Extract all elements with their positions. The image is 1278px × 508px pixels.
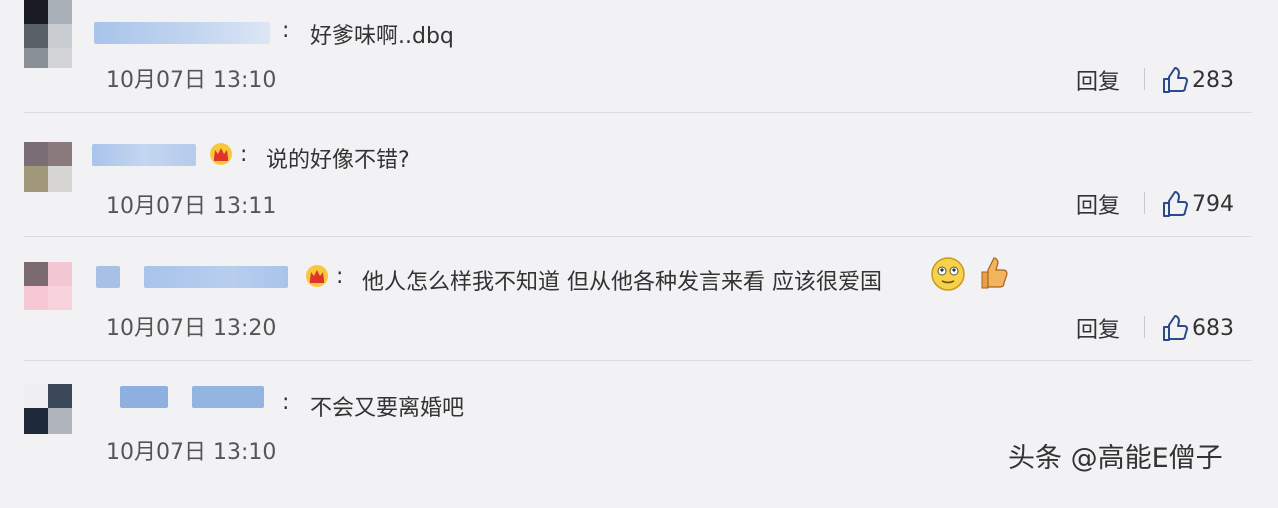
like-button[interactable]: 794: [1162, 190, 1234, 218]
watermark: 头条 @高能E僧子: [1008, 443, 1223, 474]
thumbs-up-emoji: [981, 257, 1008, 289]
comment-time: 10月07日 13:11: [106, 194, 277, 219]
avatar[interactable]: [24, 262, 72, 310]
comment-time: 10月07日 13:10: [106, 68, 277, 93]
thumbs-up-icon: [1163, 315, 1188, 341]
username-blurred[interactable]: [192, 386, 264, 408]
comment-text: 他人怎么样我不知道 但从他各种发言来看 应该很爱国: [362, 270, 882, 295]
avatar[interactable]: [24, 142, 72, 192]
comment-time: 10月07日 13:10: [106, 440, 277, 465]
comment-item-3: : 他人怎么样我不知道 但从他各种发言来看 应该很爱国 10月07日 13:20…: [0, 257, 1278, 386]
username-blurred[interactable]: [120, 386, 168, 408]
username-blurred[interactable]: [94, 22, 270, 44]
smiley-icon: [931, 257, 965, 291]
comment-item-2: : 说的好像不错? 10月07日 13:11 回复 794: [0, 142, 1278, 266]
like-button[interactable]: 683: [1162, 314, 1234, 342]
like-count: 283: [1192, 67, 1234, 93]
comment-item-1: : 好爹味啊..dbq 10月07日 13:10 回复 283: [0, 0, 1278, 124]
avatar[interactable]: [24, 0, 72, 68]
divider: [24, 236, 1252, 237]
colon: :: [282, 390, 290, 415]
colon: :: [336, 264, 344, 289]
separator: [1144, 68, 1145, 90]
comment-text: 好爹味啊..dbq: [310, 24, 454, 49]
comment-text: 说的好像不错?: [266, 148, 410, 173]
separator: [1144, 316, 1145, 338]
like-count: 683: [1192, 315, 1234, 341]
username-blurred[interactable]: [92, 144, 196, 166]
crown-icon: [210, 143, 232, 165]
like-count: 794: [1192, 191, 1234, 217]
separator: [1144, 192, 1145, 214]
divider: [24, 360, 1252, 361]
divider: [24, 112, 1252, 113]
thumbs-up-icon: [1163, 191, 1188, 217]
colon: :: [240, 142, 248, 167]
like-button[interactable]: 283: [1162, 66, 1234, 94]
reply-button[interactable]: 回复: [1076, 64, 1120, 96]
comment-text: 不会又要离婚吧: [310, 396, 465, 421]
avatar[interactable]: [24, 384, 72, 434]
reply-button[interactable]: 回复: [1076, 312, 1120, 344]
comment-time: 10月07日 13:20: [106, 316, 277, 341]
crown-icon: [306, 265, 328, 287]
username-blurred[interactable]: [144, 266, 288, 288]
thumbs-up-icon: [1163, 67, 1188, 93]
username-blurred[interactable]: [96, 266, 120, 288]
colon: :: [282, 18, 290, 43]
reply-button[interactable]: 回复: [1076, 188, 1120, 220]
